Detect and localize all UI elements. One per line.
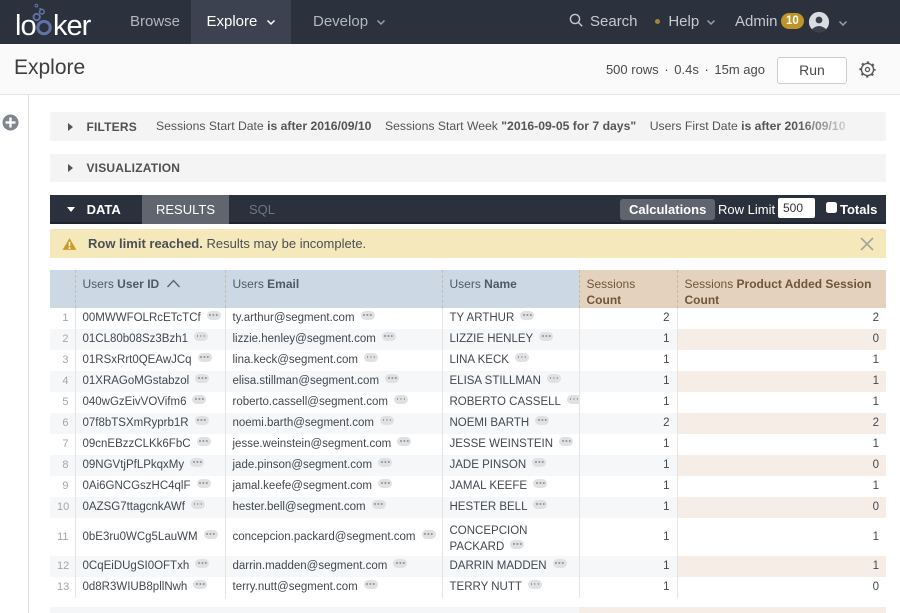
svg-text:lo: lo: [15, 10, 36, 42]
svg-text:ker: ker: [53, 10, 92, 42]
